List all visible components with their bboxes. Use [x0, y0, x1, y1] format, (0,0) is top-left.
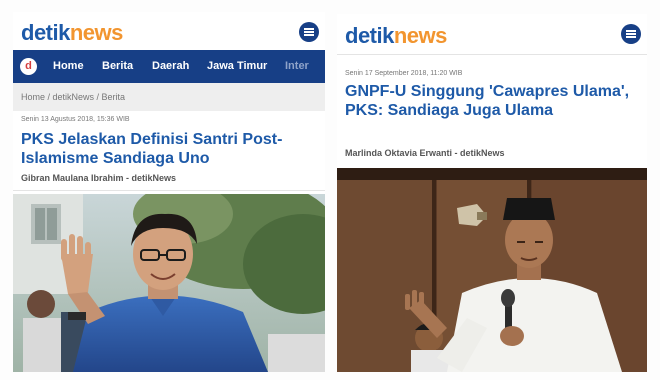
article-date: Senin 13 Agustus 2018, 15:36 WIB: [21, 116, 130, 123]
nav-item-daerah[interactable]: Daerah: [152, 60, 189, 72]
divider: [337, 54, 647, 55]
menu-icon[interactable]: [621, 24, 641, 44]
site-logo[interactable]: detiknews: [345, 23, 447, 49]
detik-logo-icon[interactable]: d: [20, 58, 37, 75]
article-photo: [13, 194, 325, 372]
divider: [13, 190, 325, 191]
left-article-screenshot: detiknews d Home Berita Daerah Jawa Timu…: [13, 12, 325, 372]
article-date: Senin 17 September 2018, 11:20 WIB: [345, 70, 463, 77]
breadcrumb[interactable]: Home / detikNews / Berita: [13, 83, 325, 111]
site-logo[interactable]: detiknews: [21, 20, 123, 46]
nav-item-jawa-timur[interactable]: Jawa Timur: [207, 60, 267, 72]
article-headline: PKS Jelaskan Definisi Santri Post-Islami…: [21, 131, 283, 168]
site-header: detiknews: [13, 12, 325, 50]
main-nav: d Home Berita Daerah Jawa Timur Inter: [13, 50, 325, 83]
site-header: detiknews: [337, 14, 647, 52]
nav-item-inter[interactable]: Inter: [285, 60, 309, 72]
article-author: Gibran Maulana Ibrahim - detikNews: [21, 173, 177, 183]
right-article-screenshot: detiknews Senin 17 September 2018, 11:20…: [337, 14, 647, 372]
article-author: Marlinda Oktavia Erwanti - detikNews: [345, 148, 505, 158]
article-photo: [337, 168, 647, 372]
nav-item-berita[interactable]: Berita: [102, 60, 133, 72]
nav-item-home[interactable]: Home: [53, 60, 84, 72]
menu-icon[interactable]: [299, 22, 319, 42]
article-headline: GNPF-U Singgung 'Cawapres Ulama', PKS: S…: [345, 83, 630, 120]
